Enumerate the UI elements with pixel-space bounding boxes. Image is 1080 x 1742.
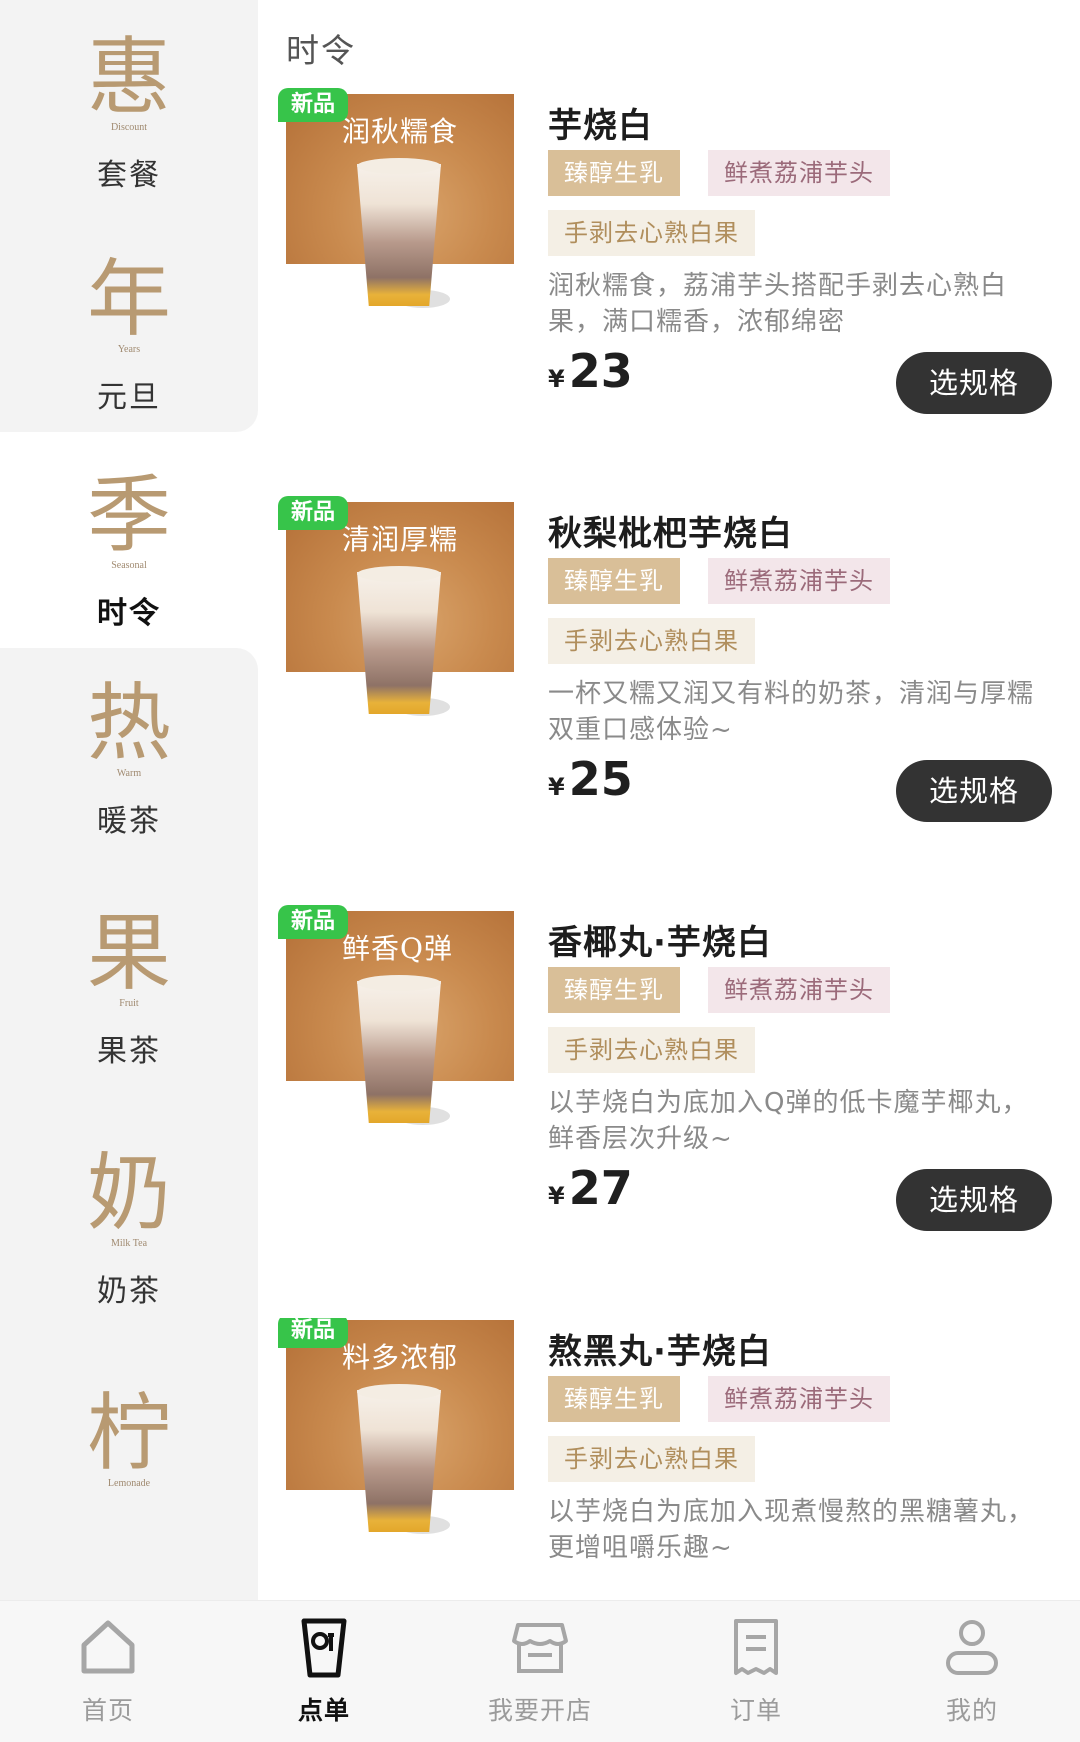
product-card[interactable]: 鲜香Q弹 新品 香椰丸·芋烧白 臻醇生乳 鲜煮荔浦芋头 手剥去心熟白果 以芋烧白… [258,905,1080,1318]
new-badge: 新品 [278,88,348,122]
receipt-icon [734,1619,778,1675]
ingredient-tag: 鲜煮荔浦芋头 [708,1376,890,1422]
product-card[interactable]: 润秋糯食 新品 芋烧白 臻醇生乳 鲜煮荔浦芋头 手剥去心熟白果 润秋糯食，荔浦芋… [258,88,1080,501]
price-value: 25 [568,752,633,806]
tab-label: 订单 [729,1696,782,1725]
tab-orders[interactable]: 订单 [648,1601,864,1742]
drink-cup-lid [357,566,441,582]
ingredient-tag: 鲜煮荔浦芋头 [708,967,890,1013]
currency-symbol: ¥ [548,1182,565,1210]
category-label: 套餐 [97,158,161,193]
category-label: 果茶 [97,1034,161,1069]
category-item-seasonal[interactable]: 季 Seasonal 时令 [0,432,258,648]
product-description: 一杯又糯又润又有料的奶茶，清润与厚糯双重口感体验~ [548,679,1035,745]
product-image-text: 润秋糯食 [342,115,459,148]
currency-symbol: ¥ [548,365,565,393]
category-en-label: Seasonal [111,560,147,571]
drink-cup-image [357,1390,441,1532]
product-name[interactable]: 秋梨枇杷芋烧白 [548,506,793,555]
product-card[interactable]: 清润厚糯 新品 秋梨枇杷芋烧白 臻醇生乳 鲜煮荔浦芋头 手剥去心熟白果 一杯又糯… [258,496,1080,909]
drink-cup-image [357,572,441,714]
product-card[interactable]: 料多浓郁 新品 熬黑丸·芋烧白 臻醇生乳 鲜煮荔浦芋头 手剥去心熟白果 以芋烧白… [258,1318,1080,1600]
category-en-label: Warm [116,768,142,779]
new-badge: 新品 [278,905,348,939]
category-glyph: 热 [86,674,171,772]
category-en-label: Milk Tea [110,1238,148,1249]
ingredient-tag: 手剥去心熟白果 [548,210,755,256]
product-name[interactable]: 芋烧白 [548,98,653,147]
user-icon [946,1620,998,1675]
category-glyph: 果 [86,904,171,1002]
category-glyph: 奶 [86,1144,171,1242]
new-badge: 新品 [278,1318,348,1348]
new-badge: 新品 [278,496,348,530]
price-value: 23 [568,344,633,398]
tab-profile[interactable]: 我的 [864,1601,1080,1742]
section-title: 时令 [286,31,356,70]
category-item-discount[interactable]: 惠 Discount 套餐 [0,0,258,240]
product-description: 以芋烧白为底加入现煮慢熬的黑糖薯丸，更增咀嚼乐趣~ [548,1497,1035,1563]
drink-cup-image [357,981,441,1123]
select-spec-button[interactable]: 选规格 [896,760,1052,822]
tab-label: 我的 [945,1696,998,1725]
category-en-label: Years [117,344,141,355]
ingredient-tag: 鲜煮荔浦芋头 [708,558,890,604]
ingredient-tag: 鲜煮荔浦芋头 [708,150,890,196]
category-en-label: Discount [110,122,148,133]
cup-icon [301,1618,347,1678]
category-label: 元旦 [97,380,161,415]
ingredient-tag: 臻醇生乳 [548,1376,680,1422]
bottom-tab-bar: 首页 点单 我要开店 订单 我的 [0,1600,1080,1742]
tab-open-store[interactable]: 我要开店 [432,1601,648,1742]
product-price: ¥27 [548,1161,633,1215]
category-item-lemonade[interactable]: 柠 Lemonade [0,1368,258,1600]
product-name[interactable]: 熬黑丸·芋烧白 [548,1324,772,1373]
category-en-label: Fruit [119,998,139,1009]
ingredient-tag: 臻醇生乳 [548,558,680,604]
ingredient-tag: 手剥去心熟白果 [548,1436,755,1482]
price-value: 27 [568,1161,633,1215]
tab-label: 首页 [81,1696,134,1725]
product-image-text: 鲜香Q弹 [342,932,453,965]
category-glyph: 惠 [86,28,171,126]
ingredient-tag: 臻醇生乳 [548,967,680,1013]
category-sidebar: 惠 Discount 套餐 年 Years 元旦 季 Seasonal 时令 热… [0,0,258,1600]
category-item-fruit[interactable]: 果 Fruit 果茶 [0,888,258,1128]
category-label: 时令 [97,596,161,631]
category-item-warm[interactable]: 热 Warm 暖茶 [0,648,258,888]
ingredient-tag: 手剥去心熟白果 [548,618,755,664]
product-image-text: 料多浓郁 [342,1341,459,1374]
category-glyph: 柠 [86,1384,171,1482]
tab-label: 点单 [297,1696,350,1725]
product-name[interactable]: 香椰丸·芋烧白 [548,915,772,964]
product-description: 以芋烧白为底加入Q弹的低卡魔芋椰丸，鲜香层次升级~ [548,1088,1029,1154]
tab-label: 我要开店 [487,1696,592,1725]
home-icon [81,1620,135,1674]
store-icon [512,1623,568,1673]
product-price: ¥23 [548,344,633,398]
product-description: 润秋糯食，荔浦芋头搭配手剥去心熟白果，满口糯香，浓郁绵密 [548,271,1008,337]
drink-cup-lid [357,975,441,991]
drink-cup-lid [357,158,441,174]
currency-symbol: ¥ [548,773,565,801]
drink-cup-lid [357,1384,441,1400]
select-spec-button[interactable]: 选规格 [896,352,1052,414]
tab-home[interactable]: 首页 [0,1601,216,1742]
ingredient-tag: 手剥去心熟白果 [548,1027,755,1073]
category-item-milk-tea[interactable]: 奶 Milk Tea 奶茶 [0,1128,258,1368]
tab-order[interactable]: 点单 [216,1601,432,1742]
category-label: 暖茶 [97,804,161,839]
category-en-label: Lemonade [107,1478,151,1489]
category-glyph: 季 [86,466,171,564]
category-label: 奶茶 [97,1274,161,1309]
product-price: ¥25 [548,752,633,806]
category-glyph: 年 [86,250,171,348]
product-image-text: 清润厚糯 [342,523,459,556]
category-item-new-year[interactable]: 年 Years 元旦 [0,240,258,432]
select-spec-button[interactable]: 选规格 [896,1169,1052,1231]
drink-cup-image [357,164,441,306]
ingredient-tag: 臻醇生乳 [548,150,680,196]
